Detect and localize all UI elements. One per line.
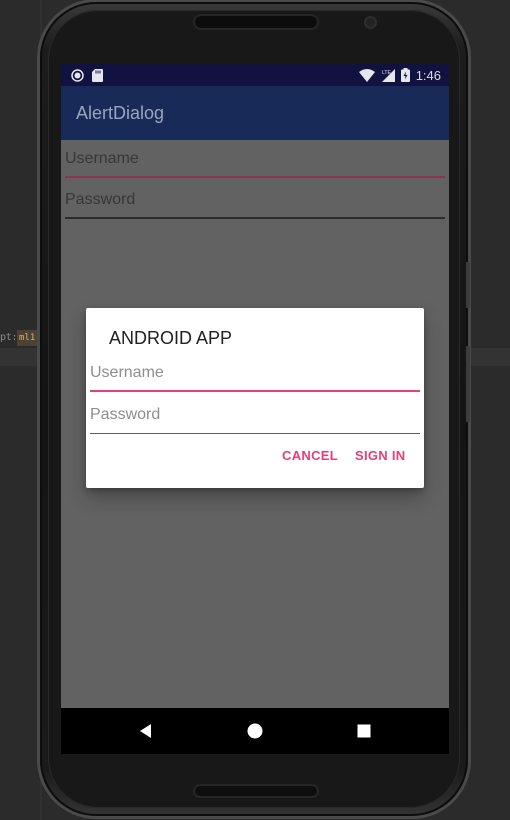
wifi-icon — [358, 68, 375, 82]
recents-icon[interactable] — [355, 722, 373, 740]
dialog-title: ANDROID APP — [109, 328, 233, 348]
status-clock: 1:46 — [415, 67, 441, 83]
background-username-underline — [65, 176, 445, 178]
network-type-label: LTE — [382, 70, 391, 76]
alert-dialog: ANDROID APP Username Password CANCEL SIG… — [86, 308, 424, 488]
background-password-placeholder: Password — [65, 191, 136, 208]
background-password-underline — [65, 217, 445, 219]
background-username-placeholder: Username — [65, 150, 139, 167]
dialog-password-placeholder: Password — [90, 406, 161, 423]
dialog-password-input[interactable]: Password — [90, 402, 420, 434]
ide-code-chip: ml1 — [17, 330, 38, 346]
device-screen: LTE 1:46 AlertDialog Username Password A… — [61, 64, 449, 708]
volume-button[interactable] — [466, 346, 470, 422]
dialog-username-underline — [90, 390, 420, 392]
background-password-field[interactable]: Password — [65, 189, 445, 219]
dialog-password-underline — [90, 433, 420, 434]
sign-in-button[interactable]: SIGN IN — [355, 448, 406, 463]
sd-card-icon — [92, 68, 103, 82]
dialog-username-input[interactable]: Username — [90, 360, 420, 392]
status-right-icons: LTE 1:46 — [358, 67, 441, 83]
home-icon[interactable] — [246, 722, 264, 740]
power-button[interactable] — [466, 262, 470, 308]
app-title: AlertDialog — [76, 103, 165, 123]
back-icon[interactable] — [137, 722, 155, 740]
navigation-bar — [61, 708, 449, 754]
bottom-speaker — [195, 786, 317, 796]
front-camera — [366, 18, 375, 27]
record-icon — [71, 68, 84, 82]
app-toolbar: AlertDialog — [61, 86, 449, 140]
battery-charging-icon — [400, 68, 410, 82]
status-left-icons — [71, 68, 103, 82]
background-username-field[interactable]: Username — [65, 148, 445, 178]
dialog-username-placeholder: Username — [90, 364, 164, 381]
status-bar: LTE 1:46 — [61, 64, 449, 86]
top-speaker — [195, 16, 317, 28]
cancel-button[interactable]: CANCEL — [282, 448, 338, 463]
lte-signal-icon: LTE — [381, 68, 395, 82]
ide-label: pt: — [0, 332, 18, 343]
